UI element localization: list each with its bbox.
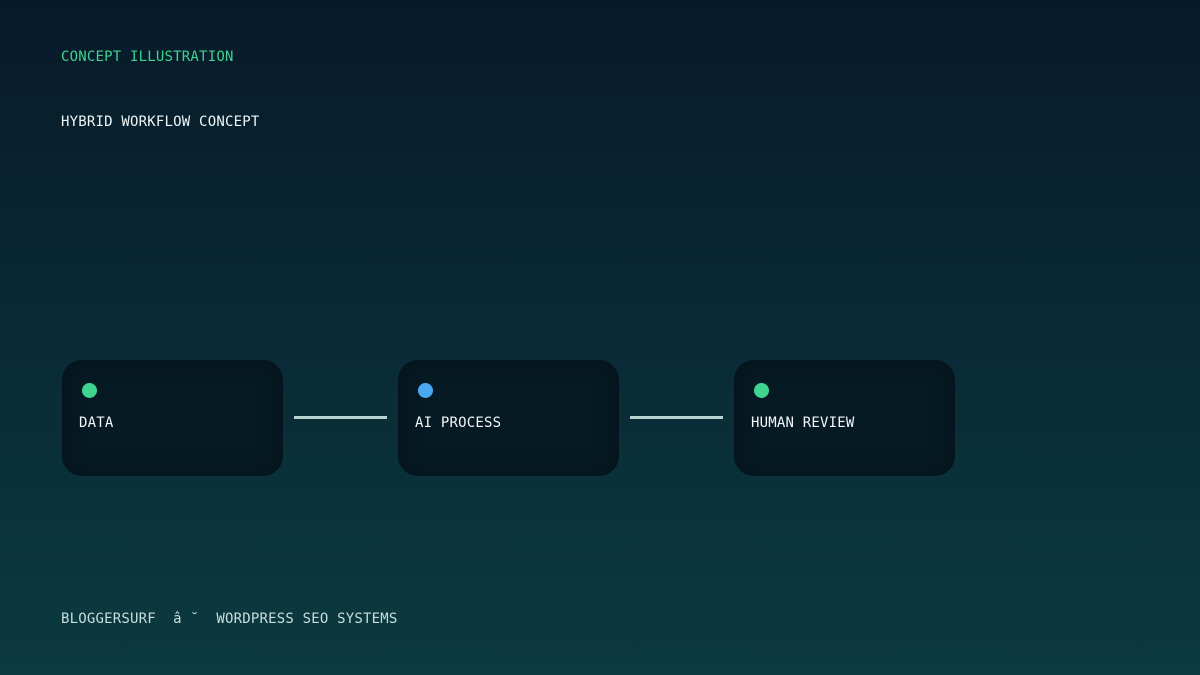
node-human-review: HUMAN REVIEW xyxy=(734,360,955,476)
footer-credit: BLOGGERSURF â ˘ WORDPRESS SEO SYSTEMS xyxy=(61,611,398,627)
node-data: DATA xyxy=(62,360,283,476)
node-ai-process: AI PROCESS xyxy=(398,360,619,476)
node-label: DATA xyxy=(79,415,114,431)
node-label: HUMAN REVIEW xyxy=(751,415,855,431)
connector-line xyxy=(630,416,723,419)
eyebrow-label: CONCEPT ILLUSTRATION xyxy=(61,49,234,65)
green-dot-icon xyxy=(82,383,97,398)
green-dot-icon xyxy=(754,383,769,398)
node-label: AI PROCESS xyxy=(415,415,502,431)
blue-dot-icon xyxy=(418,383,433,398)
diagram-title: HYBRID WORKFLOW CONCEPT xyxy=(61,114,260,130)
connector-line xyxy=(294,416,387,419)
